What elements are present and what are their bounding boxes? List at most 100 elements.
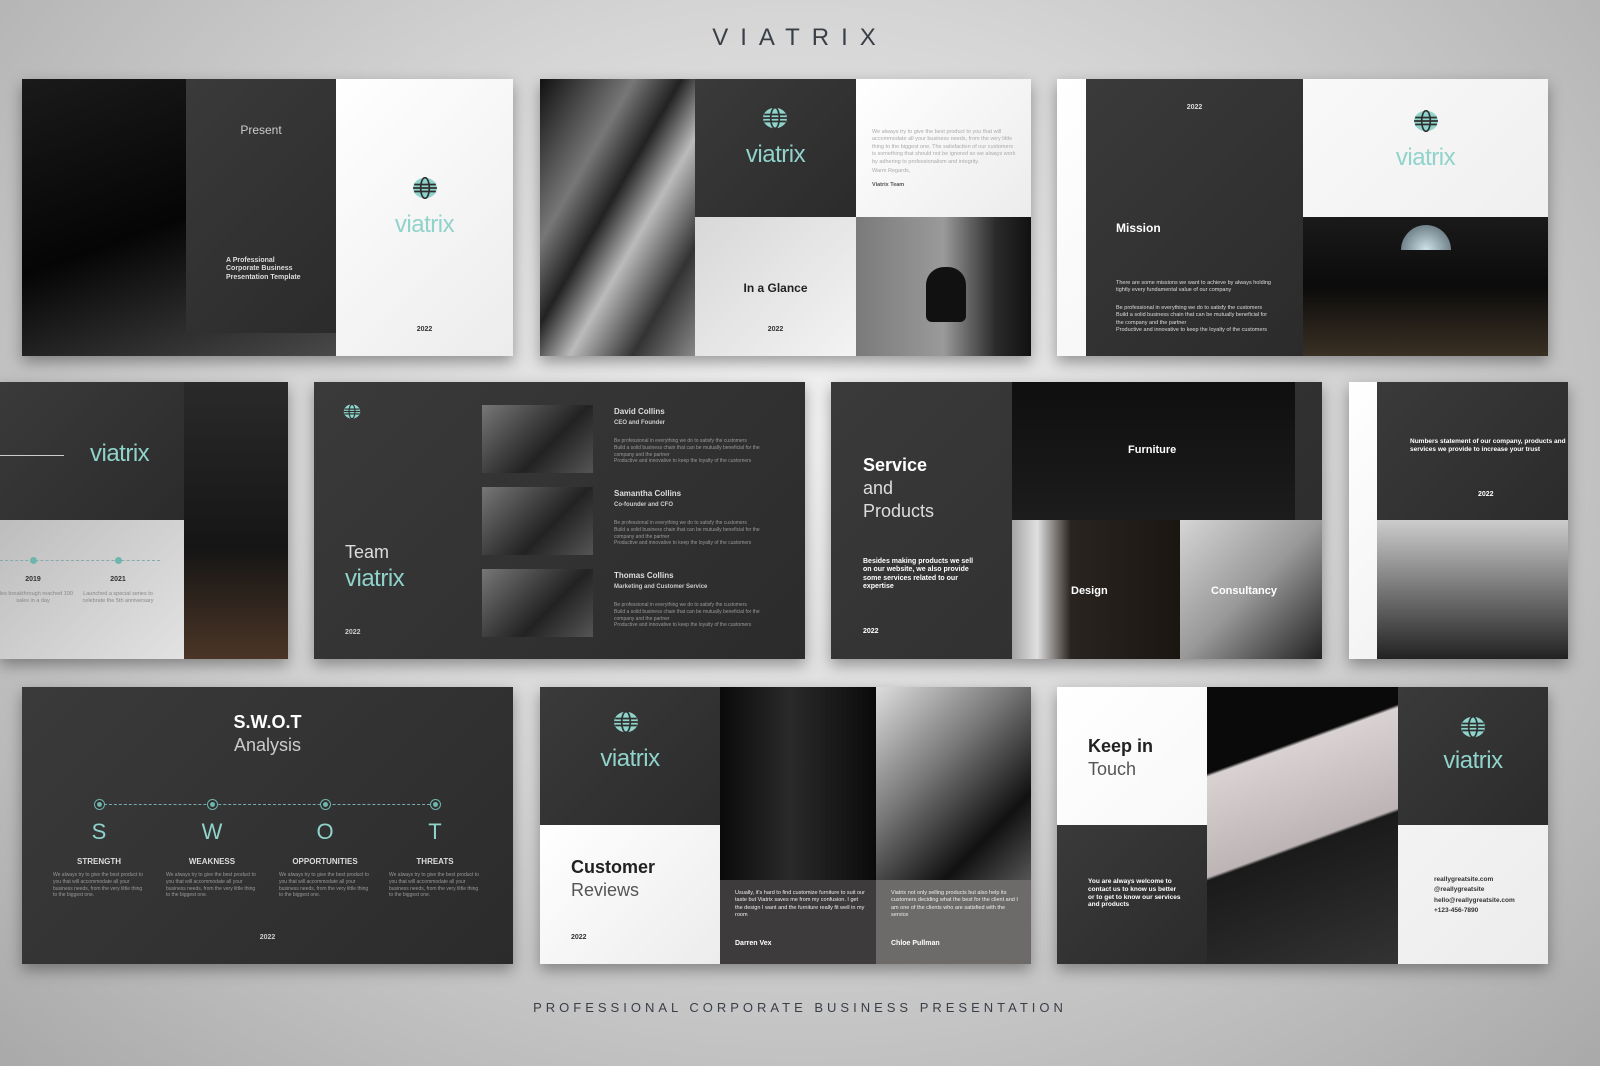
member-photo	[482, 487, 593, 555]
services-heading: Service	[863, 455, 928, 475]
page-title: VIATRIX	[712, 24, 888, 51]
globe-icon	[762, 107, 788, 129]
swot-text: We always try to give the best product t…	[53, 872, 143, 899]
year: 2022	[259, 934, 276, 941]
email-link[interactable]: hello@reallygreatsite.com	[1434, 896, 1515, 906]
slide-services[interactable]: Service and Products Besides making prod…	[831, 382, 1322, 659]
services-heading: and	[863, 478, 894, 498]
review-text: Usually, it's hard to find customize fur…	[735, 890, 865, 919]
slide-reviews[interactable]: viatrix Customer Reviews 2022 Usually, i…	[540, 687, 1031, 964]
numbers-text: Numbers statement of our company, produc…	[1410, 438, 1566, 453]
swot-subtitle: Analysis	[233, 735, 302, 755]
timeline-year: 2021	[110, 576, 126, 583]
chair-photo	[856, 217, 1031, 356]
slide-contact[interactable]: Keep in Touch You are always welcome to …	[1057, 687, 1548, 964]
letter-text: We always try to give the best product t…	[872, 129, 1016, 165]
year: 2022	[863, 628, 879, 635]
year: 2022	[1186, 104, 1203, 111]
swot-letter: W	[201, 819, 223, 844]
reviewer-name: Darren Vex	[735, 940, 772, 947]
service-item: Furniture	[1128, 444, 1177, 456]
glance-heading: In a Glance	[743, 281, 808, 295]
furniture-photo[interactable]: Furniture	[1012, 382, 1295, 520]
swot-letter: S	[91, 819, 107, 844]
customer-photo	[876, 687, 1031, 880]
services-heading: Products	[863, 501, 935, 521]
brand-name: viatrix	[90, 440, 150, 467]
member-role: Marketing and Customer Service	[614, 584, 708, 590]
swot-text: We always try to give the best product t…	[166, 872, 256, 899]
footer-tagline: PROFESSIONAL CORPORATE BUSINESS PRESENTA…	[533, 1000, 1067, 1015]
year: 2022	[571, 934, 587, 941]
divider	[0, 455, 64, 456]
swot-letter: T	[428, 819, 442, 844]
swot-label: OPPORTUNITIES	[292, 857, 358, 866]
signature: Viatrix Team	[872, 182, 905, 188]
swot-text: We always try to give the best product t…	[279, 872, 369, 899]
slide-cover[interactable]: Present A Professional Corporate Busines…	[22, 79, 513, 356]
slide-swot[interactable]: S.W.O.T Analysis S STRENGTH We always tr…	[22, 687, 513, 964]
year: 2022	[1478, 491, 1494, 498]
swot-label: WEAKNESS	[188, 857, 236, 866]
member-photo	[482, 569, 593, 637]
slide-mission[interactable]: 2022 Mission There are some missions we …	[1057, 79, 1548, 356]
member-bio: Be professional in everything we do to s…	[614, 520, 760, 547]
social-handle[interactable]: @reallygreatsite	[1434, 885, 1515, 895]
cover-logo-panel: viatrix 2022	[336, 79, 513, 356]
slide-numbers[interactable]: Numbers statement of our company, produc…	[1349, 382, 1568, 659]
plant-photo	[184, 382, 288, 659]
architecture-photo	[1207, 687, 1398, 964]
member-role: Co-founder and CFO	[614, 502, 673, 508]
swot-letter: O	[316, 819, 334, 844]
reviewer-name: Chloe Pullman	[891, 940, 940, 947]
website-link[interactable]: reallygreatsite.com	[1434, 875, 1515, 885]
swot-title: S.W.O.T	[233, 712, 302, 732]
slide-team[interactable]: Team viatrix 2022 David Collins CEO and …	[314, 382, 805, 659]
numbers-panel: Numbers statement of our company, produc…	[1377, 382, 1568, 520]
year: 2022	[416, 326, 433, 333]
phone-number: +123-456-7890	[1434, 907, 1479, 915]
swot-label: THREATS	[416, 857, 454, 866]
team-heading: Team	[345, 542, 390, 562]
contact-text-panel: You are always welcome to contact us to …	[1057, 825, 1207, 964]
design-photo[interactable]: Design	[1012, 520, 1180, 659]
swot-label: STRENGTH	[77, 857, 121, 866]
mission-heading: Mission	[1116, 221, 1161, 235]
brand-name: viatrix	[745, 141, 806, 168]
member-name: Thomas Collins	[614, 571, 674, 580]
slide-history[interactable]: viatrix 2019 Sales breakthrough reached …	[0, 382, 288, 659]
contact-heading: Touch	[1088, 759, 1137, 779]
logo-panel: viatrix	[540, 687, 720, 825]
letter-panel: We always try to give the best product t…	[856, 79, 1031, 217]
review-card: Usually, it's hard to find customize fur…	[720, 880, 876, 964]
slide-glance[interactable]: viatrix We always try to give the best p…	[540, 79, 1031, 356]
swot-text: We always try to give the best product t…	[389, 872, 479, 899]
reviews-heading: Customer	[571, 857, 656, 877]
customer-photo	[720, 687, 876, 880]
history-header: viatrix	[0, 382, 184, 520]
member-bio: Be professional in everything we do to s…	[614, 438, 760, 465]
review-card: Viatrix not only selling products but al…	[876, 880, 1031, 964]
logo-panel: viatrix	[1398, 687, 1548, 825]
brand-name: viatrix	[394, 211, 455, 238]
globe-icon	[343, 404, 361, 419]
timeline: 2019 Sales breakthrough reached 100 sale…	[0, 520, 184, 659]
consultancy-photo[interactable]: Consultancy	[1180, 520, 1322, 659]
glance-panel: In a Glance 2022	[695, 217, 856, 356]
member-photo	[482, 405, 593, 473]
review-text: Viatrix not only selling products but al…	[891, 890, 1018, 919]
member-bio: Be professional in everything we do to s…	[614, 602, 760, 629]
brand-name: viatrix	[600, 745, 660, 772]
mission-intro: There are some missions we want to achie…	[1116, 280, 1271, 294]
brand-name: viatrix	[1395, 144, 1456, 171]
timeline-text: Launched a special series to celebrate t…	[82, 591, 154, 605]
lamp-photo	[1303, 217, 1548, 356]
service-item: Design	[1071, 585, 1108, 597]
contact-heading: Keep in	[1088, 736, 1154, 756]
member-name: David Collins	[614, 407, 665, 416]
reviews-heading: Reviews	[571, 880, 640, 900]
services-text: Besides making products we sell on our w…	[863, 558, 974, 591]
building-photo	[540, 79, 695, 356]
member-name: Samantha Collins	[614, 489, 682, 498]
service-item: Consultancy	[1211, 585, 1278, 597]
